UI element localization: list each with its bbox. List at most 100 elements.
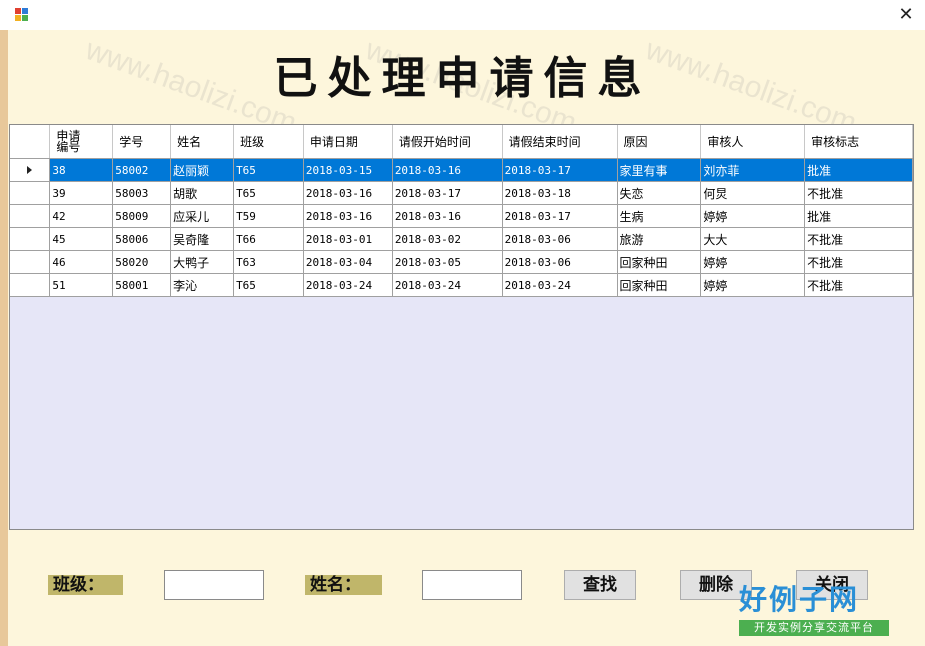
window-close-button[interactable]: ✕: [895, 4, 917, 26]
table-cell[interactable]: 李沁: [170, 273, 235, 297]
table-cell[interactable]: 2018-03-16: [392, 204, 503, 228]
table-row[interactable]: 45 58006 吴奇隆 T66 2018-03-01 2018-03-02 2018-03…: [10, 227, 913, 251]
column-header[interactable]: 学号: [112, 125, 172, 159]
table-cell[interactable]: 58020: [112, 250, 172, 274]
table-cell[interactable]: 2018-03-15: [303, 158, 393, 182]
table-cell[interactable]: 42: [49, 204, 114, 228]
table-cell[interactable]: 不批准: [804, 273, 913, 297]
table-cell[interactable]: 应采儿: [170, 204, 235, 228]
table-cell[interactable]: 批准: [804, 204, 913, 228]
table-cell[interactable]: 赵丽颖: [170, 158, 235, 182]
table-cell[interactable]: 2018-03-06: [502, 227, 618, 251]
table-cell[interactable]: T65: [233, 158, 304, 182]
table-row[interactable]: 51 58001 李沁 T65 2018-03-24 2018-03-24 2018-03-…: [10, 273, 913, 297]
row-header-corner: [10, 125, 51, 159]
table-cell[interactable]: 58002: [112, 158, 172, 182]
column-header[interactable]: 班级: [233, 125, 304, 159]
name-input[interactable]: [422, 570, 522, 600]
table-cell[interactable]: 58001: [112, 273, 172, 297]
table-cell[interactable]: 46: [49, 250, 114, 274]
table-cell[interactable]: 大鸭子: [170, 250, 235, 274]
table-cell[interactable]: 2018-03-17: [392, 181, 503, 205]
table-cell[interactable]: 2018-03-18: [502, 181, 618, 205]
column-header[interactable]: 姓名: [170, 125, 235, 159]
table-cell[interactable]: 2018-03-17: [502, 204, 618, 228]
class-label: 班级：: [48, 575, 123, 595]
table-cell[interactable]: 吴奇隆: [170, 227, 235, 251]
table-cell[interactable]: 2018-03-24: [392, 273, 503, 297]
row-header[interactable]: [10, 273, 51, 297]
row-header[interactable]: [10, 181, 51, 205]
table-cell[interactable]: 不批准: [804, 181, 913, 205]
table-cell[interactable]: 45: [49, 227, 114, 251]
table-cell[interactable]: 何炅: [700, 181, 806, 205]
table-row[interactable]: 39 58003 胡歌 T65 2018-03-16 2018-03-17 2018-03-…: [10, 181, 913, 205]
table-cell[interactable]: 2018-03-16: [303, 204, 393, 228]
data-grid[interactable]: 申请 编号 学号 姓名 班级 申请日期 请假开始时间 请假结束时间 原因 审核人…: [9, 124, 914, 530]
row-header[interactable]: [10, 204, 51, 228]
table-cell[interactable]: 2018-03-05: [392, 250, 503, 274]
table-cell[interactable]: 2018-03-16: [392, 158, 503, 182]
column-header-line: 编号: [56, 139, 81, 154]
table-cell[interactable]: T65: [233, 273, 304, 297]
table-cell[interactable]: 生病: [617, 204, 702, 228]
table-cell[interactable]: 58006: [112, 227, 172, 251]
app-icon: [15, 8, 29, 22]
table-cell[interactable]: T59: [233, 204, 304, 228]
table-cell[interactable]: 婷婷: [700, 250, 806, 274]
table-row[interactable]: 46 58020 大鸭子 T63 2018-03-04 2018-03-05 2018-03…: [10, 250, 913, 274]
watermark-brand: 好例子网 开发实例分享交流平台: [739, 578, 889, 636]
header-row: 申请 编号 学号 姓名 班级 申请日期 请假开始时间 请假结束时间 原因 审核人…: [10, 125, 913, 159]
search-button[interactable]: 查找: [564, 570, 636, 600]
table-cell[interactable]: 2018-03-06: [502, 250, 618, 274]
table-cell[interactable]: 回家种田: [617, 250, 702, 274]
table-cell[interactable]: 2018-03-17: [502, 158, 618, 182]
row-header[interactable]: [10, 227, 51, 251]
table-cell[interactable]: 38: [49, 158, 114, 182]
column-header[interactable]: 审核标志: [804, 125, 913, 159]
table-cell[interactable]: 胡歌: [170, 181, 235, 205]
table-cell[interactable]: 2018-03-04: [303, 250, 393, 274]
table-cell[interactable]: 2018-03-02: [392, 227, 503, 251]
table-cell[interactable]: 失恋: [617, 181, 702, 205]
name-label: 姓名：: [305, 575, 382, 595]
table-cell[interactable]: T63: [233, 250, 304, 274]
data-table: 申请 编号 学号 姓名 班级 申请日期 请假开始时间 请假结束时间 原因 审核人…: [10, 125, 913, 297]
table-row[interactable]: 38 58002 赵丽颖 T65 2018-03-15 2018-03-16 2018-03…: [10, 158, 913, 182]
table-cell[interactable]: 2018-03-24: [303, 273, 393, 297]
table-cell[interactable]: 58009: [112, 204, 172, 228]
column-header[interactable]: 申请 编号: [49, 125, 114, 159]
table-row[interactable]: 42 58009 应采儿 T59 2018-03-16 2018-03-16 2018-03…: [10, 204, 913, 228]
table-cell[interactable]: 51: [49, 273, 114, 297]
table-cell[interactable]: T65: [233, 181, 304, 205]
table-cell[interactable]: 58003: [112, 181, 172, 205]
column-header[interactable]: 请假开始时间: [392, 125, 503, 159]
table-cell[interactable]: 婷婷: [700, 273, 806, 297]
table-cell[interactable]: 回家种田: [617, 273, 702, 297]
table-cell[interactable]: 旅游: [617, 227, 702, 251]
table-cell[interactable]: 不批准: [804, 227, 913, 251]
table-cell[interactable]: 不批准: [804, 250, 913, 274]
table-cell[interactable]: 2018-03-24: [502, 273, 618, 297]
table-cell[interactable]: 批准: [804, 158, 913, 182]
column-header[interactable]: 请假结束时间: [502, 125, 618, 159]
class-input[interactable]: [164, 570, 264, 600]
column-header[interactable]: 审核人: [700, 125, 806, 159]
table-cell[interactable]: 婷婷: [700, 204, 806, 228]
table-cell[interactable]: 2018-03-01: [303, 227, 393, 251]
row-header[interactable]: [10, 250, 51, 274]
row-header[interactable]: [10, 158, 51, 182]
table-cell[interactable]: 刘亦菲: [700, 158, 806, 182]
window-left-edge: [0, 30, 8, 646]
watermark-brand-tagline: 开发实例分享交流平台: [739, 620, 889, 636]
table-cell[interactable]: T66: [233, 227, 304, 251]
watermark-brand-name: 好例子网: [739, 583, 860, 616]
table-cell[interactable]: 2018-03-16: [303, 181, 393, 205]
column-header[interactable]: 原因: [617, 125, 702, 159]
current-row-arrow-icon: [27, 166, 33, 174]
table-cell[interactable]: 大大: [700, 227, 806, 251]
table-cell[interactable]: 家里有事: [617, 158, 702, 182]
page-title: 已处理申请信息: [273, 53, 652, 104]
column-header[interactable]: 申请日期: [303, 125, 393, 159]
table-cell[interactable]: 39: [49, 181, 114, 205]
